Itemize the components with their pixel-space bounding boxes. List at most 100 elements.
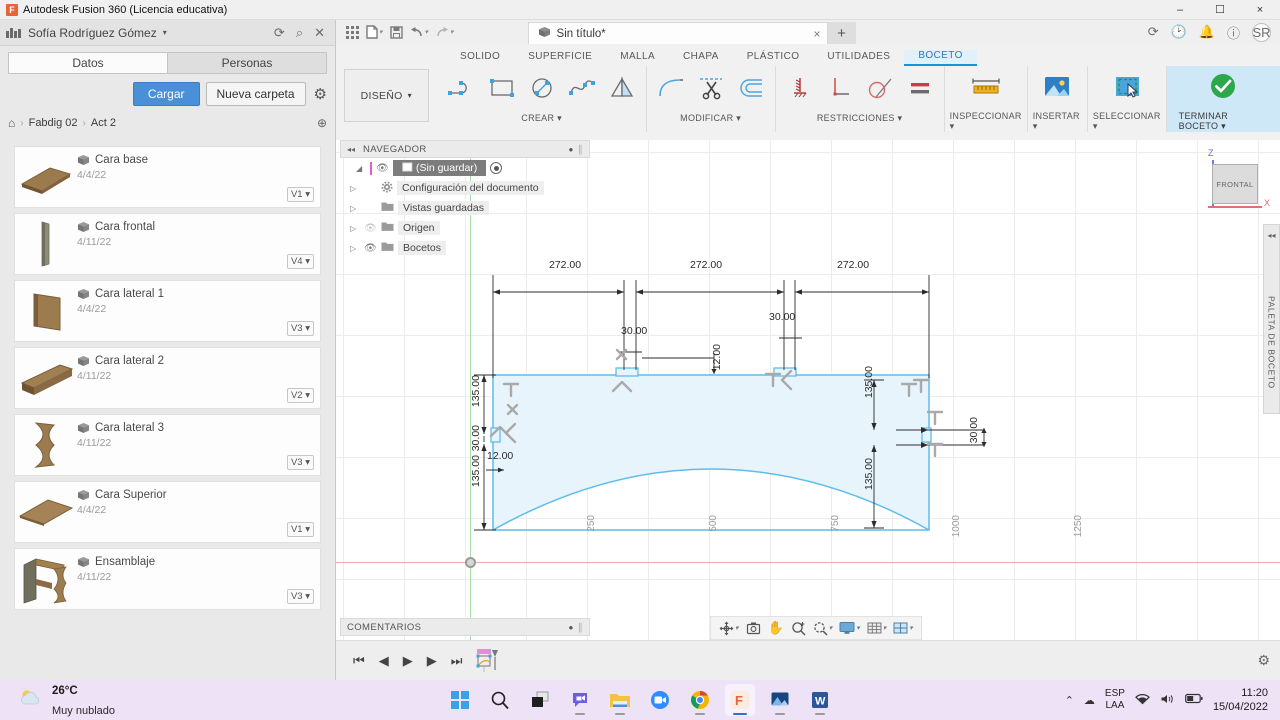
zoom-icon[interactable] <box>789 621 808 636</box>
chevron-down-icon[interactable]: ▾ <box>450 28 454 36</box>
search-button[interactable] <box>485 684 515 716</box>
item-version-badge[interactable]: V1 ▾ <box>287 522 314 537</box>
circle-icon[interactable] <box>523 68 561 108</box>
teams-button[interactable] <box>565 684 595 716</box>
collapse-icon[interactable]: ◂◂ <box>347 145 355 154</box>
tangent-icon[interactable] <box>861 68 899 108</box>
list-item[interactable]: Cara lateral 24/11/22V2 ▾ <box>14 347 321 409</box>
ribbon-tab-malla[interactable]: MALLA <box>606 51 669 66</box>
list-item[interactable]: Cara Superior4/4/22V1 ▾ <box>14 481 321 543</box>
bell-icon[interactable]: 🔔 <box>1199 24 1215 40</box>
battery-icon[interactable] <box>1185 693 1203 707</box>
dimension-value[interactable]: 272.00 <box>690 259 722 271</box>
expand-triangle-icon[interactable]: ▷ <box>350 204 360 213</box>
timeline-next-button[interactable]: ▶ <box>420 653 444 669</box>
hub-user-name[interactable]: Sofía Rodríguez Gómez <box>28 26 157 40</box>
undo-icon[interactable]: ▾ <box>408 26 431 39</box>
ribbon-group-label[interactable]: RESTRICCIONES ▾ <box>817 110 903 124</box>
perpendicular-icon[interactable] <box>821 68 859 108</box>
maximize-button[interactable]: ☐ <box>1200 0 1240 20</box>
item-version-badge[interactable]: V4 ▾ <box>287 254 314 269</box>
close-icon[interactable]: × <box>800 27 821 41</box>
timeline-last-button[interactable]: ⏭ <box>444 653 470 669</box>
clock[interactable]: 11:20 15/04/2022 <box>1213 686 1268 715</box>
ribbon-group-label[interactable]: INSPECCIONAR ▾ <box>950 108 1022 132</box>
ribbon-group-label[interactable]: MODIFICAR ▾ <box>680 110 741 124</box>
dimension-value[interactable]: 30.00 <box>968 417 980 443</box>
navigator-item[interactable]: ▷Vistas guardadas <box>340 198 590 218</box>
expand-triangle-icon[interactable]: ◢ <box>356 164 366 173</box>
chevron-down-icon[interactable]: ▾ <box>883 624 887 632</box>
workspace-switcher[interactable]: DISEÑO ▾ <box>344 69 429 122</box>
ribbon-group-label[interactable]: INSERTAR ▾ <box>1033 108 1082 132</box>
resize-handle[interactable]: ║ <box>577 145 583 154</box>
ribbon-tab-chapa[interactable]: CHAPA <box>669 51 733 66</box>
chevron-down-icon[interactable]: ▾ <box>425 28 429 36</box>
item-version-badge[interactable]: V3 ▾ <box>287 321 314 336</box>
avatar[interactable]: SR <box>1252 23 1271 42</box>
grid-snap-icon[interactable]: ▾ <box>865 621 889 635</box>
timeline-first-button[interactable]: ⏮ <box>346 653 372 669</box>
dimension-value[interactable]: 135.00 <box>470 375 482 407</box>
fillet-icon[interactable] <box>652 68 690 108</box>
expand-triangle-icon[interactable]: ▷ <box>350 184 360 193</box>
measure-icon[interactable] <box>963 67 1009 107</box>
expand-triangle-icon[interactable]: ▷ <box>350 244 360 253</box>
sketch-feature-icon[interactable] <box>475 648 501 674</box>
resize-handle[interactable]: ║ <box>577 623 583 632</box>
item-version-badge[interactable]: V3 ▾ <box>287 455 314 470</box>
file-explorer-button[interactable] <box>605 684 635 716</box>
weather-widget[interactable]: 26°C Muy nublado <box>0 680 115 720</box>
dimension-value[interactable]: 12.00 <box>487 450 513 462</box>
close-icon[interactable]: ● <box>568 623 573 632</box>
ribbon-group-label[interactable]: SELECCIONAR ▾ <box>1093 108 1161 132</box>
home-icon[interactable]: ⌂ <box>8 116 15 130</box>
rectangle-icon[interactable] <box>483 68 521 108</box>
dimension-value[interactable]: 135.00 <box>470 455 482 487</box>
tab-datos[interactable]: Datos <box>8 52 167 74</box>
look-at-icon[interactable] <box>744 621 763 635</box>
task-view-button[interactable] <box>525 684 555 716</box>
trim-icon[interactable] <box>692 68 730 108</box>
dimension-value[interactable]: 30.00 <box>769 311 795 323</box>
orbit-icon[interactable]: ▾ <box>717 621 741 636</box>
close-panel-icon[interactable]: ✕ <box>314 25 325 41</box>
dimension-value[interactable]: 12.00 <box>711 344 723 370</box>
ribbon-group-label[interactable]: CREAR ▾ <box>521 110 562 124</box>
ribbon-tab-plstico[interactable]: PLÁSTICO <box>733 51 814 66</box>
refresh-icon[interactable]: ⟳ <box>1148 24 1159 40</box>
help-icon[interactable]: ⓘ <box>1227 23 1240 42</box>
ribbon-group-label[interactable]: TERMINAR BOCETO ▾ <box>1179 108 1268 132</box>
redo-icon[interactable]: ▾ <box>433 26 456 39</box>
chrome-button[interactable] <box>685 684 715 716</box>
ribbon-tab-solido[interactable]: SOLIDO <box>446 51 514 66</box>
save-icon[interactable] <box>388 26 405 39</box>
eye-icon[interactable]: 👁 <box>364 243 377 254</box>
chevron-down-icon[interactable]: ▾ <box>829 624 833 632</box>
recent-icon[interactable]: 🕑 <box>1171 24 1187 40</box>
zoom-app-button[interactable] <box>645 684 675 716</box>
dimension-value[interactable]: 135.00 <box>863 366 875 398</box>
close-icon[interactable]: ● <box>568 145 573 154</box>
language-indicator[interactable]: ESP LAA <box>1105 688 1125 713</box>
offset-icon[interactable] <box>732 68 770 108</box>
fusion360-button[interactable]: F <box>725 684 755 716</box>
breadcrumb-item-folder[interactable]: Act 2 <box>91 117 116 129</box>
chevron-down-icon[interactable]: ▾ <box>856 624 860 632</box>
expand-triangle-icon[interactable]: ▷ <box>350 224 360 233</box>
ribbon-tab-boceto[interactable]: BOCETO <box>904 50 976 66</box>
tray-chevron-icon[interactable]: ⌃ <box>1065 694 1074 707</box>
volume-icon[interactable] <box>1160 693 1175 708</box>
ribbon-tab-utilidades[interactable]: UTILIDADES <box>813 51 904 66</box>
chevron-down-icon[interactable]: ▾ <box>909 624 913 632</box>
new-document-button[interactable]: + <box>828 22 856 44</box>
new-folder-button[interactable]: Nueva carpeta <box>206 82 306 106</box>
refresh-icon[interactable]: ⟳ <box>274 25 285 41</box>
item-version-badge[interactable]: V3 ▾ <box>287 589 314 604</box>
document-tab[interactable]: Sin título* × <box>528 22 828 44</box>
list-item[interactable]: Cara base4/4/22V1 ▾ <box>14 146 321 208</box>
mirror-icon[interactable] <box>603 68 641 108</box>
file-list[interactable]: Cara base4/4/22V1 ▾Cara frontal4/11/22V4… <box>0 146 335 680</box>
view-cube[interactable]: Z FRONTAL X <box>1194 148 1266 218</box>
viewports-icon[interactable]: ▾ <box>891 621 915 635</box>
